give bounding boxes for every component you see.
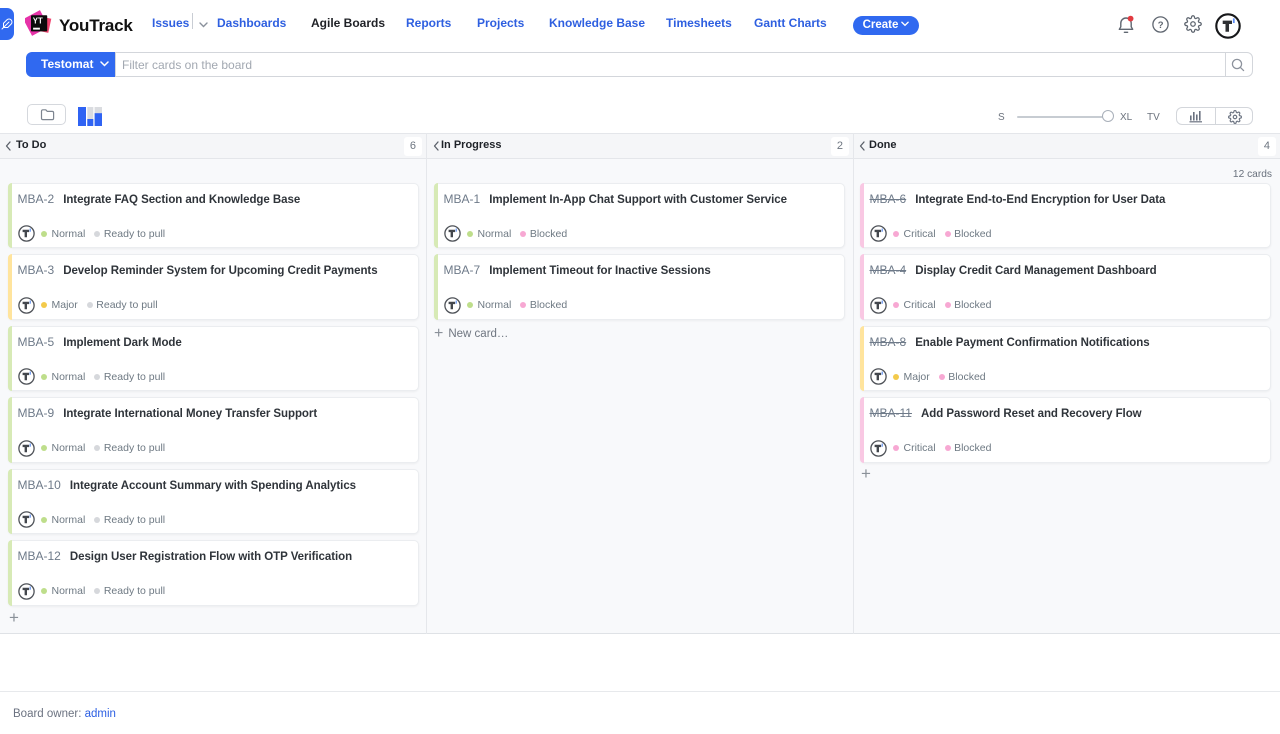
svg-text:?: ? — [1158, 20, 1164, 31]
svg-text:YT: YT — [33, 16, 43, 25]
